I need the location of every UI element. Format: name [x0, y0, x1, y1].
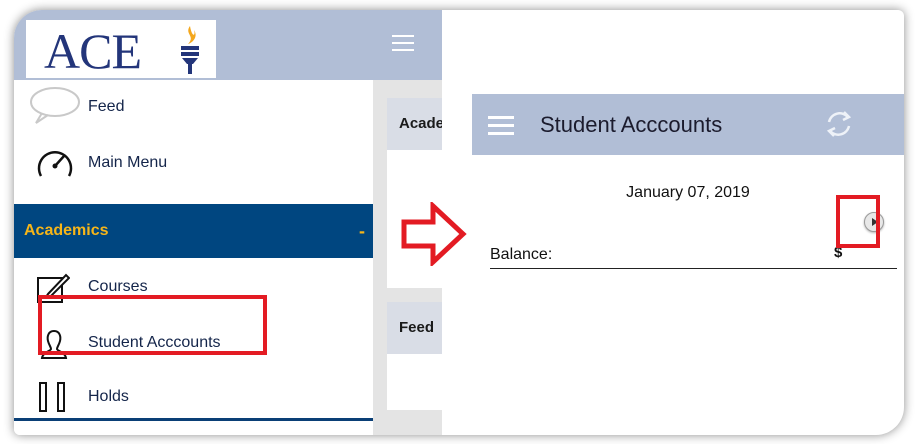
- pause-icon: [39, 382, 65, 412]
- hamburger-menu-icon[interactable]: [392, 35, 414, 53]
- menu-item-main-menu[interactable]: Main Menu: [14, 136, 373, 190]
- speedometer-icon: [37, 151, 73, 177]
- hamburger-menu-icon[interactable]: [488, 116, 514, 136]
- collapse-toggle[interactable]: -: [359, 221, 365, 242]
- section-label: Academics: [24, 222, 109, 239]
- balance-label: Balance:: [490, 246, 553, 263]
- student-accounts-screen: Student Acccounts January 07, 2019 Balan…: [472, 94, 904, 435]
- menu-item-label: Main Menu: [88, 154, 168, 171]
- highlight-details-button: [836, 195, 880, 248]
- speech-bubble-icon: [30, 87, 80, 124]
- menu-item-feed[interactable]: Feed: [14, 80, 373, 134]
- refresh-icon[interactable]: [824, 108, 854, 140]
- menu-section-academics[interactable]: Academics -: [14, 204, 373, 258]
- menu-divider: [14, 418, 373, 421]
- card-title: Feed: [387, 302, 442, 354]
- balance-underline: [490, 268, 897, 269]
- menu-item-holds[interactable]: Holds: [14, 370, 373, 424]
- menu-item-label: Holds: [88, 388, 129, 405]
- screen-title: Student Acccounts: [540, 112, 723, 137]
- feed-card: Feed: [387, 302, 442, 410]
- screen-header: Student Acccounts: [472, 94, 904, 155]
- menu-item-label: Courses: [88, 278, 148, 295]
- left-app-screen: ACE Acade Feed Feed Main Menu Academics …: [14, 10, 442, 435]
- right-arrow-icon: [401, 202, 467, 266]
- app-header: ACE: [14, 10, 442, 80]
- highlight-student-accounts: [38, 295, 267, 355]
- menu-item-label: Feed: [88, 98, 125, 115]
- logo-text: ACE: [44, 23, 142, 79]
- screenshot-frame: ACE Acade Feed Feed Main Menu Academics …: [14, 10, 904, 435]
- card-title: Acade: [387, 98, 442, 150]
- side-menu: Feed Main Menu Academics - Courses Stude…: [14, 80, 373, 435]
- ace-logo: ACE: [26, 20, 216, 78]
- torch-icon: [181, 26, 199, 74]
